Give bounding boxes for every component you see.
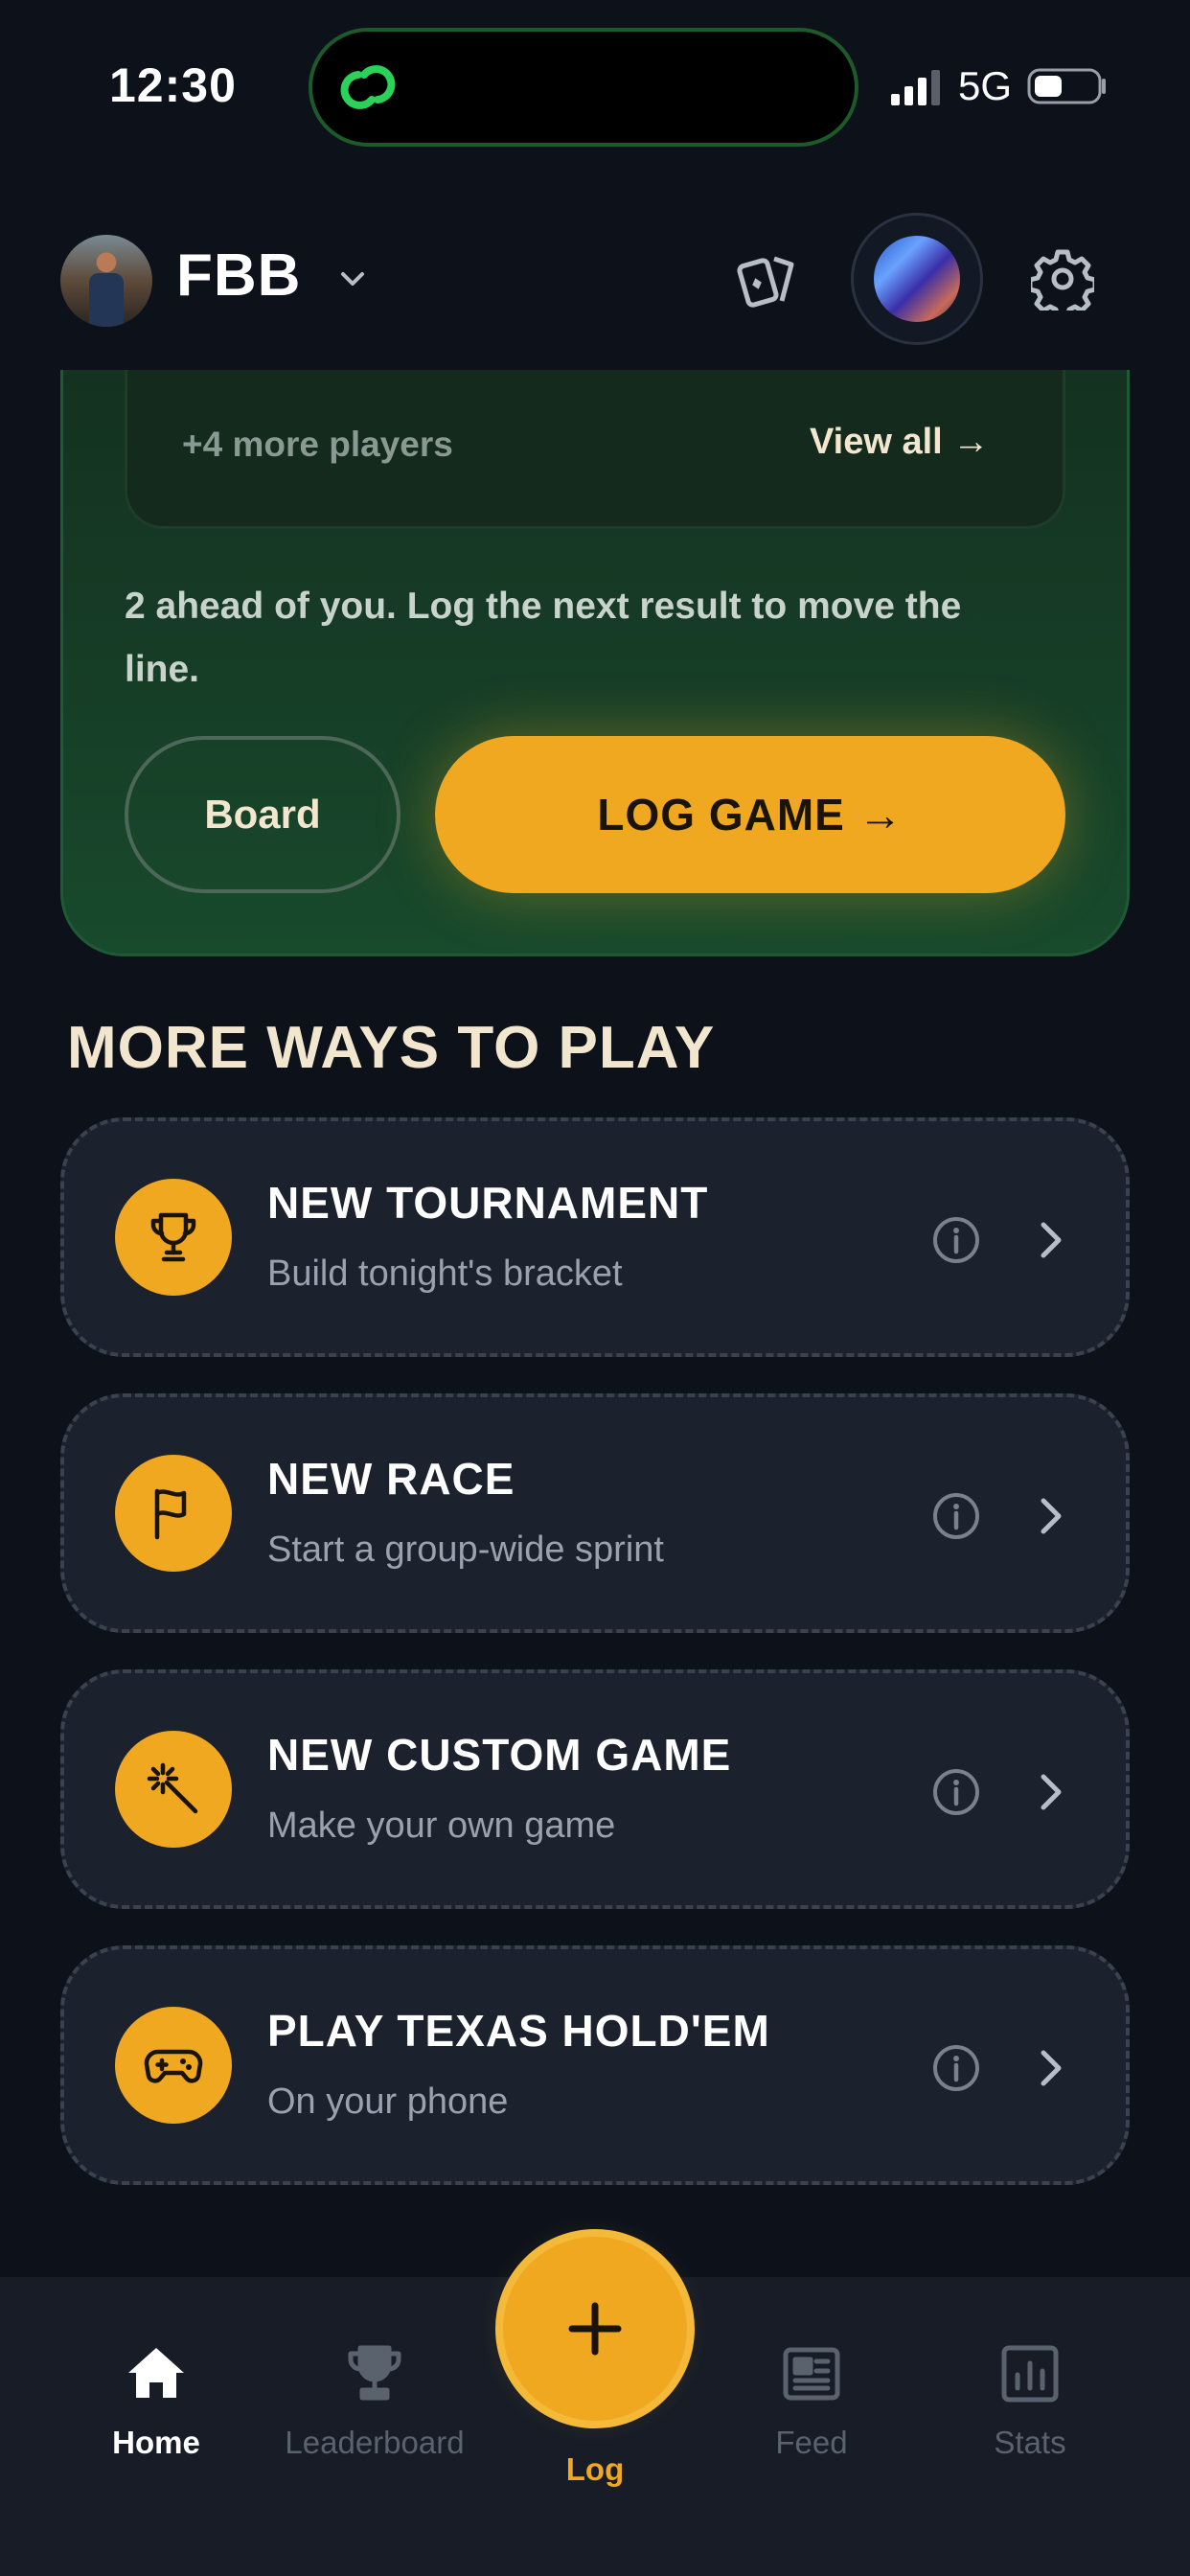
nav-stats[interactable]: Stats [925, 2342, 1135, 2496]
nav-label: Leaderboard [285, 2425, 465, 2460]
new-custom-game-card[interactable]: NEW CUSTOM GAME Make your own game [60, 1669, 1130, 1909]
option-subtitle: On your phone [267, 2082, 509, 2122]
link-icon [340, 65, 396, 109]
status-bar: 12:30 5G [0, 0, 1190, 172]
chevron-right-icon[interactable] [1032, 1769, 1070, 1815]
option-icon-circle [115, 2007, 232, 2124]
info-icon[interactable] [931, 1491, 981, 1541]
view-all-link[interactable]: View all → [810, 422, 989, 463]
chevron-right-icon[interactable] [1032, 1493, 1070, 1539]
signal-icon [891, 70, 940, 105]
option-subtitle: Make your own game [267, 1806, 616, 1846]
option-title: PLAY TEXAS HOLD'EM [267, 2006, 770, 2056]
section-title: MORE WAYS TO PLAY [67, 1015, 716, 1081]
gear-icon[interactable] [1031, 247, 1094, 310]
trophy-icon [348, 2345, 401, 2401]
info-icon[interactable] [931, 1215, 981, 1265]
profile-avatar[interactable] [874, 236, 960, 322]
trophy-icon [150, 1212, 196, 1262]
chevron-right-icon[interactable] [1032, 1217, 1070, 1263]
option-subtitle: Start a group-wide sprint [267, 1530, 664, 1570]
group-name[interactable]: FBB [176, 242, 301, 310]
status-time: 12:30 [109, 58, 237, 112]
board-button[interactable]: Board [125, 736, 400, 893]
info-icon[interactable] [931, 1767, 981, 1817]
info-icon[interactable] [931, 2043, 981, 2093]
nav-label: Home [112, 2425, 200, 2460]
avatar[interactable] [60, 235, 152, 327]
home-icon [128, 2348, 184, 2398]
nav-home[interactable]: Home [51, 2342, 262, 2496]
chevron-right-icon[interactable] [1032, 2045, 1070, 2091]
nav-leaderboard[interactable]: Leaderboard [269, 2342, 480, 2496]
plus-icon [568, 2302, 622, 2356]
option-title: NEW CUSTOM GAME [267, 1730, 732, 1780]
newspaper-icon [783, 2347, 840, 2401]
magic-wand-icon [147, 1762, 198, 1814]
nav-label-log[interactable]: Log [499, 2451, 691, 2488]
option-subtitle: Build tonight's bracket [267, 1254, 623, 1294]
new-tournament-card[interactable]: NEW TOURNAMENT Build tonight's bracket [60, 1117, 1130, 1357]
bar-chart-icon [1001, 2345, 1059, 2403]
chevron-down-icon[interactable] [335, 264, 370, 293]
more-players-label: +4 more players [182, 425, 453, 464]
nav-label: Stats [994, 2425, 1066, 2460]
gamepad-icon [144, 2049, 203, 2083]
option-icon-circle [115, 1731, 232, 1848]
option-icon-circle [115, 1179, 232, 1296]
new-race-card[interactable]: NEW RACE Start a group-wide sprint [60, 1393, 1130, 1633]
option-title: NEW TOURNAMENT [267, 1178, 709, 1228]
option-title: NEW RACE [267, 1454, 515, 1504]
log-game-button[interactable]: LOG GAME → [435, 736, 1065, 893]
log-fab-button[interactable] [495, 2229, 695, 2428]
play-texas-holdem-card[interactable]: PLAY TEXAS HOLD'EM On your phone [60, 1945, 1130, 2185]
network-label: 5G [958, 63, 1013, 108]
cards-icon[interactable] [736, 249, 803, 312]
standing-message: 2 ahead of you. Log the next result to m… [125, 586, 962, 690]
battery-icon [1027, 68, 1106, 104]
nav-label: Feed [775, 2425, 848, 2460]
nav-feed[interactable]: Feed [706, 2342, 917, 2496]
option-icon-circle [115, 1455, 232, 1572]
flag-icon [154, 1488, 187, 1540]
